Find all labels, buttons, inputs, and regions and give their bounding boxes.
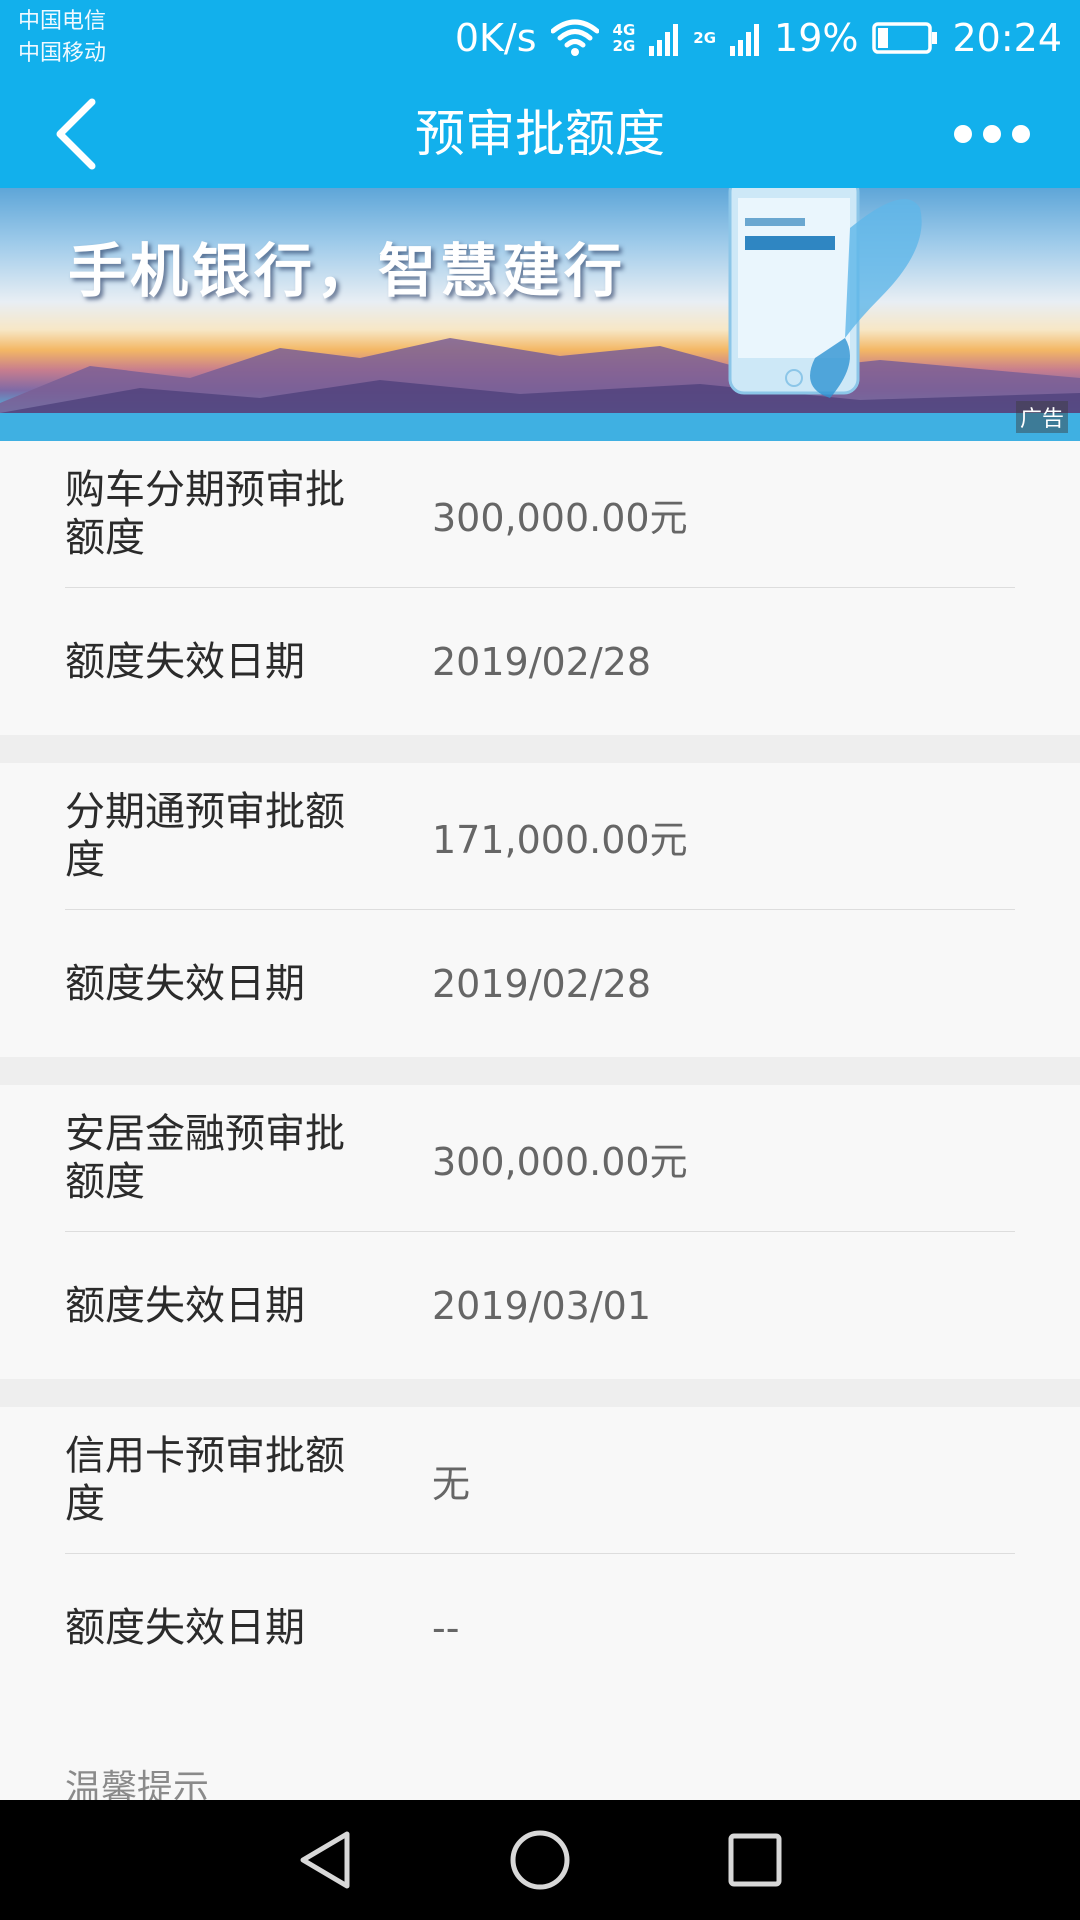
amount-label: 安居金融预审批额度: [65, 1111, 345, 1205]
square-recents-icon: [728, 1833, 782, 1887]
status-indicators: 0K/s 4G 2G 2G 19% 20:24: [455, 10, 1062, 66]
section-installment: 分期通预审批额度 171,000.00元 额度失效日期 2019/02/28: [0, 763, 1080, 1057]
circle-home-icon: [510, 1830, 570, 1890]
section-credit-card: 信用卡预审批额度 无 额度失效日期 --: [0, 1407, 1080, 1701]
back-button[interactable]: [52, 94, 132, 174]
expiry-value: 2019/02/28: [432, 639, 652, 684]
nav-recents-button[interactable]: [710, 1815, 800, 1905]
battery-percent: 19%: [774, 16, 859, 60]
expiry-label: 额度失效日期: [65, 1282, 305, 1329]
carrier-1: 中国电信: [18, 9, 107, 34]
more-dot: [983, 125, 1001, 143]
battery-icon: [872, 21, 938, 55]
amount-row: 安居金融预审批额度 300,000.00元: [65, 1085, 1015, 1232]
network-type-bottom: 2G: [612, 37, 636, 55]
amount-row: 信用卡预审批额度 无: [65, 1407, 1015, 1554]
network-type-1: 4G 2G: [613, 22, 636, 54]
page-title: 预审批额度: [415, 105, 665, 163]
banner-slogan: 手机银行，智慧建行: [68, 237, 627, 305]
more-dot: [1012, 125, 1030, 143]
expiry-row: 额度失效日期 --: [65, 1554, 1015, 1701]
section-divider: [0, 735, 1080, 763]
expiry-label: 额度失效日期: [65, 1604, 305, 1651]
expiry-row: 额度失效日期 2019/02/28: [65, 910, 1015, 1057]
amount-value: 300,000.00元: [432, 495, 688, 540]
amount-value: 无: [432, 1461, 471, 1506]
carrier-2: 中国移动: [18, 41, 107, 66]
more-button[interactable]: [920, 104, 1030, 164]
nav-home-button[interactable]: [495, 1815, 585, 1905]
network-type-2: 2G: [693, 29, 717, 47]
expiry-value: --: [432, 1605, 460, 1650]
wifi-icon: [550, 19, 599, 57]
more-horizontal-icon: [954, 125, 972, 143]
triangle-back-icon: [300, 1831, 350, 1889]
expiry-value: 2019/03/01: [432, 1283, 652, 1328]
network-type-top: 4G: [612, 21, 636, 39]
ad-banner[interactable]: 手机银行，智慧建行 广告: [0, 188, 1080, 441]
amount-label: 分期通预审批额度: [65, 789, 345, 883]
amount-value: 171,000.00元: [432, 817, 688, 862]
signal-2-icon: [730, 20, 760, 56]
expiry-label: 额度失效日期: [65, 638, 305, 685]
navigation-bar: [0, 1800, 1080, 1920]
carrier-info: 中国电信 中国移动: [18, 6, 106, 70]
app-header: 预审批额度: [0, 80, 1080, 188]
expiry-value: 2019/02/28: [432, 961, 652, 1006]
clock: 20:24: [952, 16, 1062, 60]
section-divider: [0, 1379, 1080, 1407]
section-car-loan: 购车分期预审批额度 300,000.00元 额度失效日期 2019/02/28: [0, 441, 1080, 735]
expiry-row: 额度失效日期 2019/02/28: [65, 588, 1015, 735]
section-divider: [0, 1057, 1080, 1085]
section-housing: 安居金融预审批额度 300,000.00元 额度失效日期 2019/03/01: [0, 1085, 1080, 1379]
ad-tag: 广告: [1015, 401, 1068, 433]
amount-label: 信用卡预审批额度: [65, 1433, 345, 1527]
expiry-row: 额度失效日期 2019/03/01: [65, 1232, 1015, 1379]
amount-row: 分期通预审批额度 171,000.00元: [65, 763, 1015, 910]
amount-row: 购车分期预审批额度 300,000.00元: [65, 441, 1015, 588]
amount-value: 300,000.00元: [432, 1139, 688, 1184]
amount-label: 购车分期预审批额度: [65, 467, 345, 561]
net-speed: 0K/s: [454, 16, 537, 60]
chevron-left-icon: [56, 98, 96, 170]
expiry-label: 额度失效日期: [65, 960, 305, 1007]
signal-1-icon: [649, 20, 679, 56]
approval-list: 购车分期预审批额度 300,000.00元 额度失效日期 2019/02/28 …: [0, 441, 1080, 1809]
status-bar: 中国电信 中国移动 0K/s 4G 2G 2G 19% 20:24: [0, 0, 1080, 80]
nav-back-button[interactable]: [280, 1815, 370, 1905]
